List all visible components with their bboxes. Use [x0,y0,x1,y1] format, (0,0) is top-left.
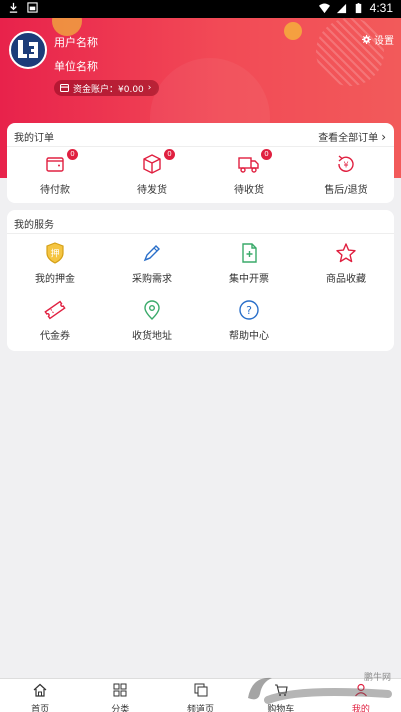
tab-category[interactable]: 分类 [80,679,160,712]
tab-label: 购物车 [267,705,295,712]
service-label: 采购需求 [132,274,172,285]
view-all-orders-link[interactable]: 查看全部订单 › [318,129,386,145]
home-icon [33,683,47,697]
services-card: 我的服务 押 我的押金 采购需求 集中开票 商品收藏 代金券 收货地址 ? 帮助… [7,210,394,351]
service-favorites[interactable]: 商品收藏 [298,242,394,285]
order-label: 待发货 [137,185,167,196]
divider [7,146,394,147]
category-icon [113,683,127,697]
tab-label: 首页 [31,705,50,712]
download-icon [9,2,18,13]
help-icon: ? [239,300,259,320]
chevron-right-icon: › [381,129,386,144]
status-bar: 4:31 [0,0,401,18]
image-notification-icon [27,2,38,13]
tab-label: 频道页 [187,705,215,712]
service-label: 代金券 [40,331,70,342]
wifi-icon [318,2,330,13]
invoice-icon [242,243,257,263]
tab-label: 我的 [351,705,370,712]
services-title: 我的服务 [14,220,54,231]
brand-logo-icon [18,40,38,58]
tab-cart[interactable]: 购物车 [241,679,321,712]
decor-circle [284,22,302,40]
ticket-icon [44,300,66,320]
orders-card: 我的订单 查看全部订单 › 0 待付款 0 待发货 0 待收货 ¥ 售后/退货 [7,123,394,203]
service-purchase-request[interactable]: 采购需求 [104,242,200,285]
company-name: 单位名称 [54,60,98,73]
order-pending-payment[interactable]: 0 待付款 [7,149,103,196]
package-icon [143,154,161,174]
settings-button[interactable]: 设置 [362,32,394,47]
service-label: 集中开票 [229,274,269,285]
service-address[interactable]: 收货地址 [104,299,200,342]
username[interactable]: 用户名称 [54,34,98,50]
tab-home[interactable]: 首页 [0,679,80,712]
user-icon [354,683,367,697]
order-pending-shipment[interactable]: 0 待发货 [104,149,200,196]
truck-icon [238,157,259,173]
service-label: 商品收藏 [326,274,366,285]
cart-icon [274,684,288,696]
service-help[interactable]: ? 帮助中心 [201,299,297,342]
channel-icon [194,683,207,697]
service-label: 收货地址 [132,331,172,342]
settings-label: 设置 [374,36,394,47]
deposit-icon: 押 [46,242,64,264]
clock: 4:31 [369,1,393,15]
bottom-tab-bar: 首页 分类 频道页 购物车 我的 [0,678,401,712]
wallet-icon [46,157,64,172]
orders-title: 我的订单 [14,133,54,144]
svg-text:押: 押 [50,248,59,260]
divider [7,233,394,234]
tab-mine[interactable]: 我的 [321,679,401,712]
service-invoice[interactable]: 集中开票 [201,242,297,285]
count-badge: 0 [67,149,78,160]
tab-channel[interactable]: 频道页 [160,679,240,712]
count-badge: 0 [261,149,272,160]
gear-icon [362,35,371,44]
signal-icon [336,3,346,13]
count-badge: 0 [164,149,175,160]
card-icon [60,84,69,92]
chevron-right-icon: › [147,83,152,93]
refund-icon: ¥ [338,155,354,172]
order-label: 待收货 [234,185,264,196]
service-label: 我的押金 [35,274,75,285]
tab-label: 分类 [111,705,130,712]
svg-text:?: ? [246,304,252,317]
svg-text:¥: ¥ [343,161,348,170]
order-label: 售后/退货 [324,185,368,196]
fund-account-label: 资金账户：¥0.00 [73,84,144,95]
order-pending-receipt[interactable]: 0 待收货 [201,149,297,196]
star-icon [336,243,356,263]
service-deposit[interactable]: 押 我的押金 [7,242,103,285]
location-icon [144,300,160,320]
fund-account-button[interactable]: 资金账户：¥0.00 › [54,80,160,96]
order-after-sales[interactable]: ¥ 售后/退货 [298,153,394,196]
view-all-orders-label: 查看全部订单 [318,133,379,144]
service-label: 帮助中心 [229,331,269,342]
avatar[interactable] [9,31,47,69]
decor-striped-circle [316,18,384,86]
service-voucher[interactable]: 代金券 [7,299,103,342]
pencil-icon [143,245,160,262]
battery-icon [355,2,361,13]
order-label: 待付款 [40,185,70,196]
